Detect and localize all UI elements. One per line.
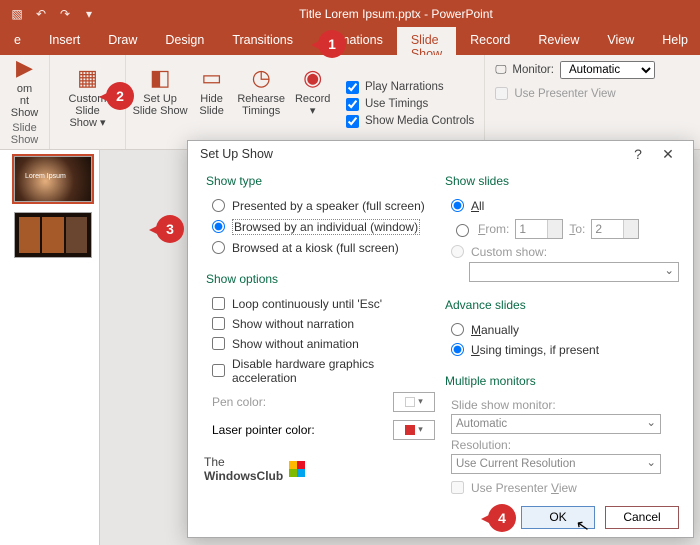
show-slides-head: Show slides (445, 174, 679, 188)
tab-draw[interactable]: Draw (94, 27, 151, 55)
use-timings-check[interactable]: Use Timings (346, 98, 474, 111)
window-title: Title Lorem Ipsum.pptx - PowerPoint (96, 7, 696, 21)
slide-show-monitor-label: Slide show monitor: (445, 396, 679, 414)
set-up-show-dialog: Set Up Show ? ✕ Show type Presented by a… (187, 140, 694, 538)
tab-view[interactable]: View (593, 27, 648, 55)
multiple-monitors-head: Multiple monitors (445, 374, 679, 388)
callout-4: 4 (488, 504, 516, 532)
laser-color-picker[interactable] (393, 420, 435, 440)
radio-custom-show: Custom show: (445, 242, 679, 262)
custom-show-dropdown (469, 262, 679, 282)
presentation-icon: ▶ (9, 53, 41, 83)
resolution-label: Resolution: (445, 434, 679, 454)
windows-logo-icon (289, 461, 305, 477)
presenter-view-check (495, 87, 508, 100)
hide-slide-btn[interactable]: ▭ HideSlide (192, 59, 231, 117)
advance-head: Advance slides (445, 298, 679, 312)
save-icon[interactable]: ▧ (10, 7, 24, 21)
clock-icon: ◷ (245, 63, 277, 93)
tab-transitions[interactable]: Transitions (218, 27, 307, 55)
tab-design[interactable]: Design (151, 27, 218, 55)
tab-review[interactable]: Review (524, 27, 593, 55)
radio-browsed-individual[interactable]: Browsed by an individual (window) (206, 216, 435, 238)
play-narrations-check[interactable]: Play Narrations (346, 81, 474, 94)
show-type-head: Show type (206, 174, 435, 188)
start-icon[interactable]: ▾ (82, 7, 96, 21)
to-spinner[interactable]: 2 (591, 219, 639, 239)
callout-2: 2 (106, 82, 134, 110)
laser-color-label: Laser pointer color: (212, 423, 315, 437)
group-label: Slide Show (6, 119, 43, 146)
from-spinner[interactable]: 1 (515, 219, 563, 239)
check-no-animation[interactable]: Show without animation (206, 334, 435, 354)
presenter-view-label: Use Presenter View (514, 88, 615, 100)
from-label: From: (478, 222, 509, 236)
monitor-icon: 🖵 (495, 64, 506, 77)
redo-icon[interactable]: ↷ (58, 7, 72, 21)
callout-3: 3 (156, 215, 184, 243)
radio-using-timings[interactable]: Using timings, if present (445, 340, 679, 360)
dlg-presenter-view: Use Presenter View (445, 478, 679, 498)
dialog-title: Set Up Show (200, 147, 273, 161)
thumb-2[interactable] (14, 212, 92, 258)
radio-browsed-kiosk[interactable]: Browsed at a kiosk (full screen) (206, 238, 435, 258)
quick-access-toolbar: ▧ ↶ ↷ ▾ (4, 7, 96, 21)
setup-icon: ◧ (144, 63, 176, 93)
ribbon-checks: Play Narrations Use Timings Show Media C… (340, 55, 480, 149)
undo-icon[interactable]: ↶ (34, 7, 48, 21)
tab-help[interactable]: Help (648, 27, 700, 55)
resolution-dropdown: Use Current Resolution (451, 454, 661, 474)
cancel-button[interactable]: Cancel (605, 506, 679, 529)
radio-all-slides[interactable]: All (445, 196, 679, 216)
record-btn[interactable]: ◉ Record▾ (291, 59, 334, 117)
from-current-btn[interactable]: ▶ omnt Show (6, 49, 43, 119)
tab-insert[interactable]: Insert (35, 27, 94, 55)
title-bar: ▧ ↶ ↷ ▾ Title Lorem Ipsum.pptx - PowerPo… (0, 0, 700, 27)
watermark: The WindowsClub (204, 455, 305, 483)
monitors-group: 🖵 Monitor: Automatic Use Presenter View (484, 55, 661, 149)
radio-from[interactable] (456, 224, 469, 237)
check-loop[interactable]: Loop continuously until 'Esc' (206, 294, 435, 314)
help-icon[interactable]: ? (623, 146, 653, 162)
check-no-narration[interactable]: Show without narration (206, 314, 435, 334)
thumb-1[interactable] (14, 156, 92, 202)
slides-icon: ▦ (72, 63, 104, 93)
ribbon-tabs: e Insert Draw Design Transitions Animati… (0, 27, 700, 55)
slide-show-monitor-dropdown: Automatic (451, 414, 661, 434)
close-icon[interactable]: ✕ (653, 146, 683, 163)
pen-color-label: Pen color: (212, 395, 266, 409)
set-up-slide-show-btn[interactable]: ◧ Set UpSlide Show (132, 59, 188, 117)
tab-record[interactable]: Record (456, 27, 524, 55)
show-media-check[interactable]: Show Media Controls (346, 115, 474, 128)
pen-color-picker (393, 392, 435, 412)
rehearse-timings-btn[interactable]: ◷ RehearseTimings (235, 59, 287, 117)
radio-manually[interactable]: Manually (445, 320, 679, 340)
hide-icon: ▭ (196, 63, 228, 93)
tab-slide-show[interactable]: Slide Show (397, 27, 456, 55)
to-label: To: (569, 222, 585, 236)
monitor-select[interactable]: Automatic (560, 61, 655, 79)
check-disable-hw[interactable]: Disable hardware graphics acceleration (206, 354, 435, 388)
record-icon: ◉ (297, 63, 329, 93)
show-options-head: Show options (206, 272, 435, 286)
callout-1: 1 (318, 30, 346, 58)
monitor-label: Monitor: (512, 64, 554, 76)
slide-thumbnails (0, 150, 100, 545)
radio-presented-speaker[interactable]: Presented by a speaker (full screen) (206, 196, 435, 216)
